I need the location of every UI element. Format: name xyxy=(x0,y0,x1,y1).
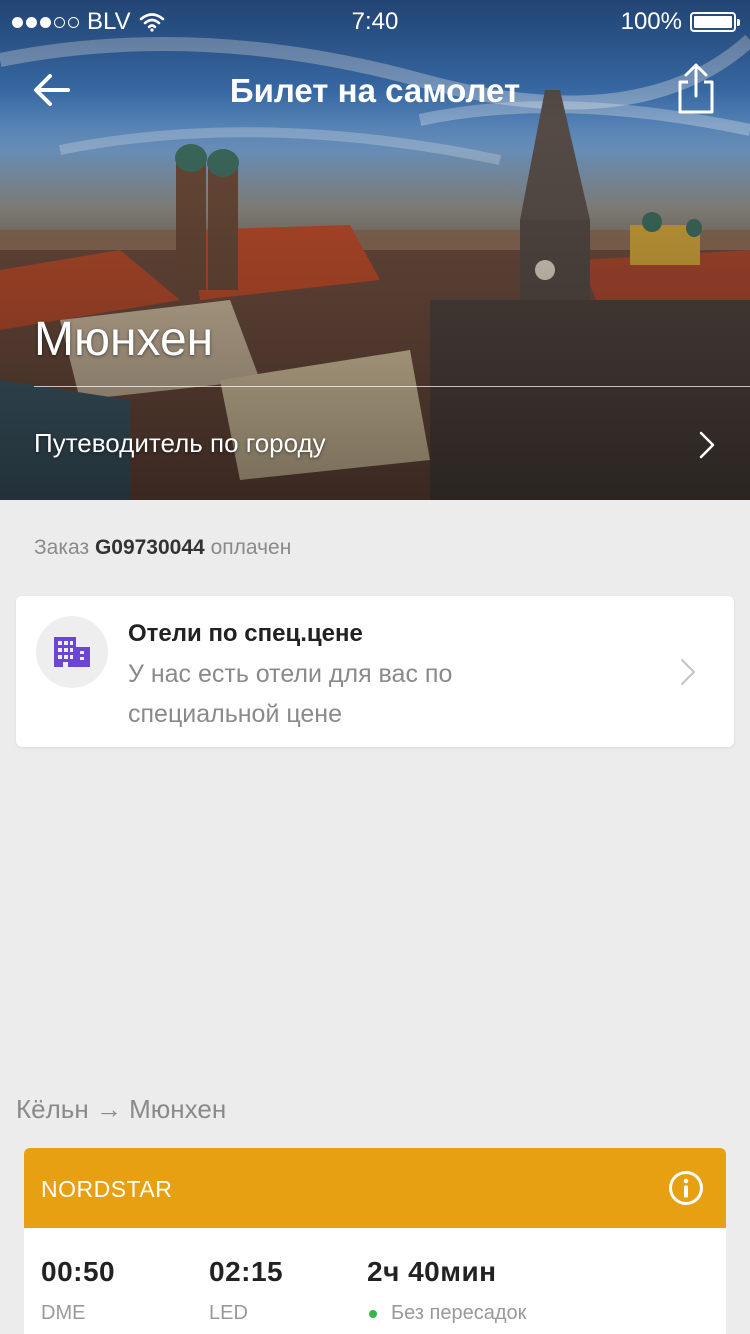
arrival-time: 02:15 xyxy=(209,1256,284,1287)
city-guide-link[interactable]: Путеводитель по городу xyxy=(0,392,750,500)
departure-segment: 00:50 DME xyxy=(41,1256,115,1325)
hotel-offer-title: Отели по спец.цене xyxy=(128,620,363,647)
hotel-offer-subtitle: У нас есть отели для вас по специальной … xyxy=(128,660,453,728)
chevron-right-icon xyxy=(699,431,715,459)
hotel-offer-card[interactable]: Отели по спец.цене У нас есть отели для … xyxy=(16,596,734,747)
hotel-building-icon xyxy=(54,637,90,667)
status-bar: BLV 7:40 100% xyxy=(0,0,750,40)
battery-icon xyxy=(690,12,740,32)
city-hero: BLV 7:40 100% Билет на самолет Мюнхен Пу… xyxy=(0,0,750,500)
share-icon[interactable] xyxy=(674,62,718,116)
nav-bar: Билет на самолет xyxy=(0,48,750,136)
ticket-card[interactable]: NORDSTAR 00:50 DME 02:15 LED 2ч 40мин Бе… xyxy=(24,1148,726,1334)
city-title: Мюнхен xyxy=(34,313,214,366)
arrival-airport: LED xyxy=(209,1302,248,1324)
airline-name: NORDSTAR xyxy=(41,1176,173,1202)
stops-label: Без пересадок xyxy=(391,1302,527,1324)
nonstop-dot-icon xyxy=(369,1309,377,1318)
city-guide-label: Путеводитель по городу xyxy=(34,428,326,458)
departure-airport: DME xyxy=(41,1302,86,1324)
route-heading: Кёльн → Мюнхен xyxy=(16,1094,227,1124)
hero-divider xyxy=(34,386,750,387)
page-title: Билет на самолет xyxy=(229,72,521,109)
chevron-right-icon xyxy=(681,659,695,685)
order-prefix: Заказ xyxy=(34,536,90,559)
order-paid-status: оплачен xyxy=(210,536,292,559)
stops-info: Без пересадок xyxy=(367,1302,526,1325)
info-icon[interactable] xyxy=(668,1170,704,1206)
hotel-icon-badge xyxy=(36,616,108,688)
departure-time: 00:50 xyxy=(41,1256,116,1287)
duration-segment: 2ч 40мин Без пересадок xyxy=(367,1256,526,1325)
ticket-header: NORDSTAR xyxy=(24,1148,726,1228)
order-number: G09730044 xyxy=(94,536,205,559)
order-status: Заказ G09730044 оплачен xyxy=(34,536,291,560)
battery-percent: 100% xyxy=(620,8,682,35)
arrival-segment: 02:15 LED xyxy=(209,1256,283,1325)
flight-duration: 2ч 40мин xyxy=(367,1256,497,1287)
status-right: 100% xyxy=(620,8,740,36)
